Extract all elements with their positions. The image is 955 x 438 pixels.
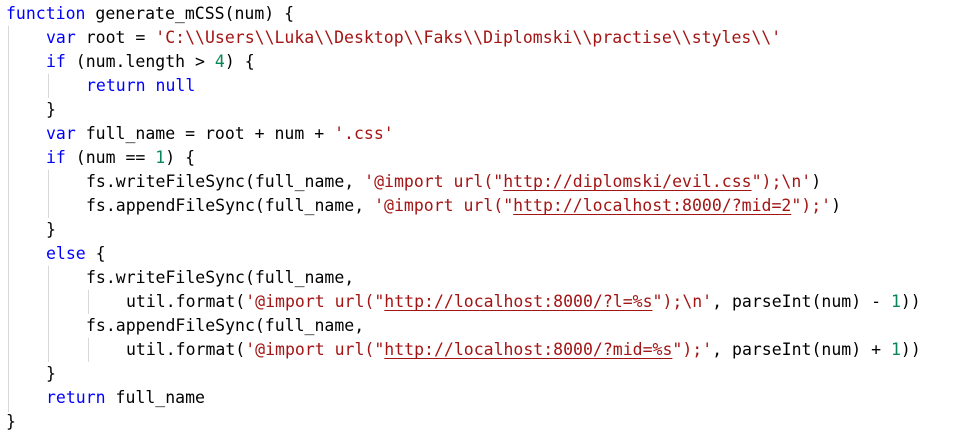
indent-guide-level-2-if-length (48, 74, 49, 98)
root-path-string: 'C:\\Users\\Luka\\Desktop\\Faks\\Diploms… (155, 28, 782, 47)
code-line-6[interactable]: var full_name = root + num + '.css' (46, 122, 394, 146)
code-line-14[interactable]: fs.appendFileSync(full_name, (86, 314, 364, 338)
condition-close: ) { (165, 148, 196, 167)
call-close: ) (831, 196, 842, 215)
code-line-1[interactable]: function generate_mCSS(num) { (6, 2, 294, 26)
import-string-start: '@import url(" (245, 340, 385, 359)
localhost-mid-format-link[interactable]: http://localhost:8000/?mid=%s (384, 340, 672, 359)
keyword-null: null (155, 76, 196, 95)
code-editor[interactable]: function generate_mCSS(num) { var root =… (0, 0, 955, 438)
closing-brace: } (46, 100, 56, 119)
indent-guide-level-3-append (88, 338, 89, 362)
code-line-15[interactable]: util.format('@import url("http://localho… (126, 338, 921, 362)
condition-close: ) { (224, 52, 255, 71)
return-value: full_name (105, 388, 205, 407)
code-line-3[interactable]: if (num.length > 4) { (46, 50, 255, 74)
code-line-8[interactable]: fs.writeFileSync(full_name, '@import url… (86, 170, 821, 194)
import-string-end: ");' (672, 340, 713, 359)
length-condition: (num.length > (65, 52, 215, 71)
code-line-12[interactable]: fs.writeFileSync(full_name, (86, 266, 354, 290)
write-file-call: fs.writeFileSync(full_name, (86, 172, 365, 191)
indent-guide-level-3-write (88, 290, 89, 314)
import-string-start: '@import url(" (245, 292, 385, 311)
code-line-7[interactable]: if (num == 1) { (46, 146, 195, 170)
indent-guide-level-2-if-num (48, 170, 49, 218)
closing-brace: } (46, 220, 56, 239)
import-string-end: ");\n' (652, 292, 713, 311)
import-string-start: '@import url(" (364, 172, 504, 191)
call-close: ) (811, 172, 822, 191)
util-format-call: util.format( (126, 292, 246, 311)
keyword-return: return (86, 76, 146, 95)
code-line-4[interactable]: return null (86, 74, 195, 98)
number-literal: 1 (890, 340, 901, 359)
code-line-13[interactable]: util.format('@import url("http://localho… (126, 290, 921, 314)
import-string-end: ");\n' (751, 172, 812, 191)
code-line-5[interactable]: } (46, 98, 56, 122)
keyword-return: return (46, 388, 106, 407)
function-signature: generate_mCSS(num) { (85, 4, 295, 23)
code-line-10[interactable]: } (46, 218, 56, 242)
keyword-if: if (46, 148, 66, 167)
keyword-else: else (46, 244, 86, 263)
keyword-if: if (46, 52, 66, 71)
root-assignment: root = (75, 28, 156, 47)
parse-int-expression: , parseInt(num) - (712, 292, 891, 311)
code-line-2[interactable]: var root = 'C:\\Users\\Luka\\Desktop\\Fa… (46, 26, 781, 50)
append-file-call: fs.appendFileSync(full_name, (86, 196, 375, 215)
keyword-var: var (46, 28, 76, 47)
import-string-start: '@import url(" (374, 196, 514, 215)
parse-int-expression: , parseInt(num) + (712, 340, 891, 359)
full-name-assignment: full_name = root + num + (75, 124, 335, 143)
code-line-9[interactable]: fs.appendFileSync(full_name, '@import ur… (86, 194, 841, 218)
code-line-16[interactable]: } (46, 362, 56, 386)
localhost-mid-link[interactable]: http://localhost:8000/?mid=2 (513, 196, 791, 215)
util-format-call: util.format( (126, 340, 246, 359)
code-line-18[interactable]: } (6, 410, 16, 434)
code-line-17[interactable]: return full_name (46, 386, 205, 410)
keyword-function: function (6, 4, 86, 23)
css-extension-string: '.css' (334, 124, 394, 143)
number-literal: 4 (214, 52, 225, 71)
number-literal: 1 (155, 148, 166, 167)
closing-brace: } (46, 364, 56, 383)
localhost-l-link[interactable]: http://localhost:8000/?l=%s (384, 292, 652, 311)
call-close: )) (900, 340, 921, 359)
import-string-end: ");' (791, 196, 832, 215)
write-file-call: fs.writeFileSync(full_name, (86, 268, 355, 287)
else-brace: { (85, 244, 106, 263)
code-line-11[interactable]: else { (46, 242, 106, 266)
call-close: )) (900, 292, 921, 311)
indent-guide-level-2-else (48, 266, 49, 362)
indent-guide-level-1 (8, 26, 9, 412)
append-file-call: fs.appendFileSync(full_name, (86, 316, 365, 335)
num-condition: (num == (65, 148, 156, 167)
keyword-var: var (46, 124, 76, 143)
function-closing-brace: } (6, 412, 16, 431)
number-literal: 1 (890, 292, 901, 311)
evil-css-link[interactable]: http://diplomski/evil.css (503, 172, 751, 191)
